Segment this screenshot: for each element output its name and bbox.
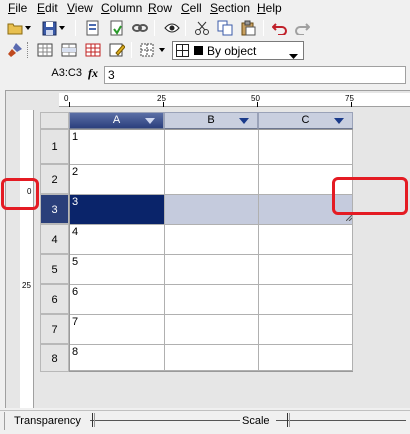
redo-icon[interactable] [293,19,311,37]
fx-icon[interactable]: fx [88,66,102,82]
grid-lines-icon[interactable] [138,41,156,59]
properties-icon[interactable] [84,19,102,37]
column-menu-icon [239,118,249,124]
cell-b5[interactable] [165,255,259,285]
cell-c4[interactable] [259,225,353,255]
cell-a8[interactable]: 8 [70,345,165,371]
insert-column-icon[interactable] [36,41,54,59]
delete-cells-icon[interactable] [84,41,102,59]
link-icon[interactable] [131,19,149,37]
vertical-ruler: 0 25 [20,110,34,408]
border-style-icon [176,44,189,60]
cell-c1[interactable] [259,130,353,165]
color-swatch [194,46,203,55]
menu-edit[interactable]: Edit [37,1,58,15]
menu-bar: File Edit View Column Row Cell Section H… [0,0,410,16]
cell-b1[interactable] [165,130,259,165]
cell-a5[interactable]: 5 [70,255,165,285]
horizontal-ruler: 0 25 50 75 [59,93,410,107]
row-header-5[interactable]: 5 [40,254,69,284]
chevron-down-icon [289,48,298,62]
column-menu-icon [145,118,155,124]
column-header-a[interactable]: A [69,112,164,129]
highlight-box-right [332,177,408,215]
toolbar-main [0,17,410,39]
transparency-slider-track[interactable] [90,420,240,421]
cell-b7[interactable] [165,315,259,345]
row-header-4[interactable]: 4 [40,224,69,254]
scale-slider-thumb[interactable] [287,413,290,427]
border-style-value: By object [207,44,257,58]
column-header-c[interactable]: C [258,112,353,129]
ruler-label: 25 [157,94,166,103]
cell-a3[interactable]: 3 [70,195,165,225]
column-menu-icon [334,118,344,124]
undo-icon[interactable] [271,19,289,37]
cell-b4[interactable] [165,225,259,255]
cell-c5[interactable] [259,255,353,285]
menu-file[interactable]: File [8,1,27,15]
row-header-8[interactable]: 8 [40,344,69,372]
cell-a1[interactable]: 1 [70,130,165,165]
ruler-label: 25 [22,281,31,290]
column-header-b[interactable]: B [164,112,258,129]
open-folder-icon[interactable] [6,19,24,37]
menu-row[interactable]: Row [148,1,172,15]
column-header-row: A B C [69,112,353,129]
row-header-7[interactable]: 7 [40,314,69,344]
cell-a7[interactable]: 7 [70,315,165,345]
toolbar-separator [131,42,132,58]
toolbar-separator [263,20,264,36]
cell-b6[interactable] [165,285,259,315]
row-header-6[interactable]: 6 [40,284,69,314]
scale-label: Scale [242,415,270,427]
save-dropdown-icon[interactable] [58,19,66,37]
highlight-box-left [1,178,39,210]
transparency-slider-thumb[interactable] [92,413,95,427]
select-all-corner[interactable] [40,112,69,129]
cell-c7[interactable] [259,315,353,345]
toolbar-separator [154,20,155,36]
row-header-3[interactable]: 3 [40,194,69,224]
cut-icon[interactable] [193,19,211,37]
cell-a4[interactable]: 4 [70,225,165,255]
paste-icon[interactable] [239,19,257,37]
menu-cell[interactable]: Cell [181,1,202,15]
row-header-2[interactable]: 2 [40,164,69,194]
border-style-select[interactable]: By object [172,41,304,60]
grid-dropdown-icon[interactable] [158,41,166,59]
cell-a2[interactable]: 2 [70,165,165,195]
cell-b2[interactable] [165,165,259,195]
cell-c6[interactable] [259,285,353,315]
ruler-label: 0 [64,94,69,103]
cell-c8[interactable] [259,345,353,371]
brush-icon[interactable] [6,41,24,59]
formula-input[interactable]: 3 [104,66,406,84]
open-dropdown-icon[interactable] [24,19,32,37]
menu-help[interactable]: Help [257,1,282,15]
export-icon[interactable] [108,19,126,37]
edit-cell-icon[interactable] [108,41,126,59]
cell-grid: 1 2 3 4 5 6 7 8 [69,129,353,372]
save-icon[interactable] [40,19,58,37]
row-header-1[interactable]: 1 [40,129,69,164]
toolbar-separator [75,20,76,36]
transparency-label: Transparency [14,415,81,427]
cell-b8[interactable] [165,345,259,371]
copy-icon[interactable] [216,19,234,37]
scale-slider-track[interactable] [276,420,406,421]
toolbar-separator [185,20,186,36]
ruler-label: 75 [345,94,354,103]
toolbar-grip [27,42,30,58]
menu-view[interactable]: View [67,1,93,15]
cell-reference: A3:C3 [51,67,82,79]
preview-eye-icon[interactable] [163,19,181,37]
insert-row-icon[interactable] [60,41,78,59]
menu-column[interactable]: Column [101,1,142,15]
cell-a6[interactable]: 6 [70,285,165,315]
cell-b3[interactable] [165,195,259,225]
menu-section[interactable]: Section [210,1,250,15]
ruler-label: 50 [251,94,260,103]
